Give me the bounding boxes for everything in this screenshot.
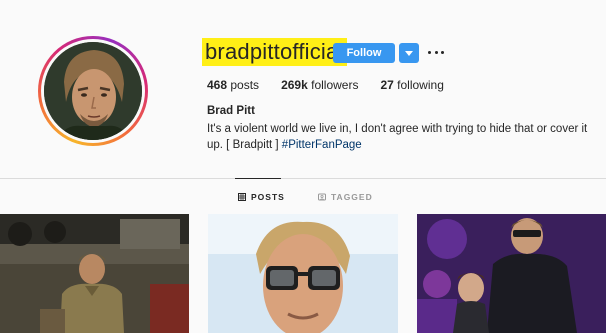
username-highlight: bradpittofficial: [202, 38, 347, 66]
post-thumbnail[interactable]: [417, 214, 606, 333]
bio: It's a violent world we live in, I don't…: [207, 121, 599, 153]
stat-following[interactable]: 27 following: [380, 78, 443, 92]
tab-posts-label: POSTS: [251, 192, 285, 202]
more-dot-icon: [434, 50, 438, 54]
active-tab-indicator: [235, 178, 281, 179]
tag-icon: [318, 193, 326, 201]
more-dot-icon: [428, 50, 431, 54]
stat-followers[interactable]: 269k followers: [281, 78, 358, 92]
tabs-divider: [0, 178, 606, 179]
post-thumbnail[interactable]: [208, 214, 398, 333]
more-dot-icon: [441, 50, 444, 54]
tab-posts[interactable]: POSTS: [238, 192, 285, 202]
chevron-down-icon: [405, 50, 413, 56]
suggestions-dropdown-button[interactable]: [399, 43, 419, 63]
avatar[interactable]: [44, 42, 142, 140]
tab-tagged-label: TAGGED: [331, 192, 373, 202]
bio-text: It's a violent world we live in, I don't…: [207, 123, 588, 151]
username: bradpittofficial: [205, 39, 344, 64]
avatar-face-image: [44, 42, 142, 140]
photo-soldier-tank: [0, 214, 189, 333]
stat-posts: 468 posts: [207, 78, 260, 92]
post-thumbnail[interactable]: [0, 214, 189, 333]
tab-tagged[interactable]: TAGGED: [318, 192, 373, 202]
more-options-button[interactable]: [428, 44, 444, 60]
follow-button[interactable]: Follow: [333, 43, 395, 63]
grid-icon: [238, 193, 246, 201]
full-name: Brad Pitt: [207, 105, 255, 117]
bio-hashtag-link[interactable]: #PitterFanPage: [282, 139, 362, 151]
profile-stats: 468 posts 269k followers 27 following: [207, 78, 466, 92]
photo-sunglasses-portrait: [208, 214, 398, 333]
profile-avatar-ring[interactable]: [38, 36, 148, 146]
photo-event-purple: [417, 214, 606, 333]
